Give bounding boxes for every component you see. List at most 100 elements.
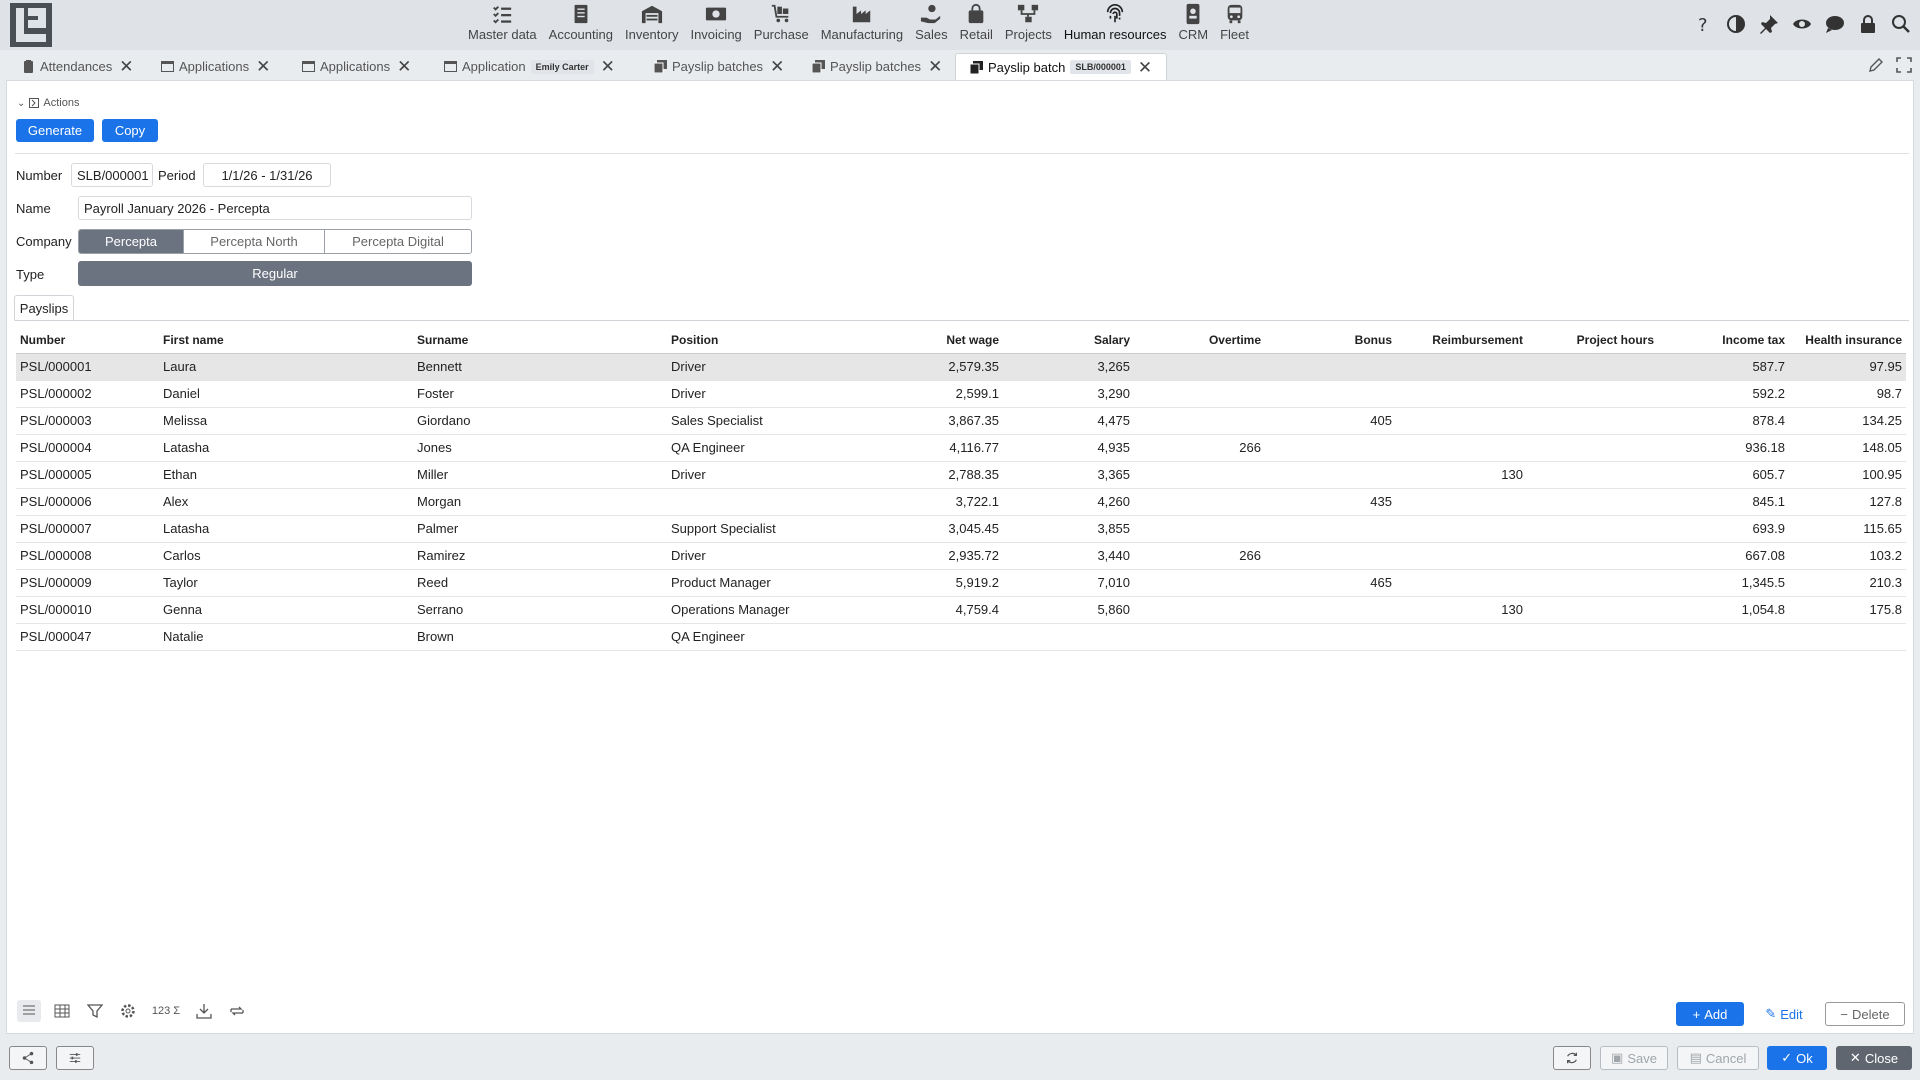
close-tab-icon[interactable]: ✕ [397,58,411,75]
share-button[interactable] [9,1046,47,1070]
column-header[interactable]: Net wage [846,327,1003,354]
table-row[interactable]: PSL/000007 Latasha Palmer Support Specialis… [16,515,1906,543]
tab-payslip-batch[interactable]: Payslip batch SLB/000001 ✕ [955,53,1168,80]
module-human-resources[interactable]: Human resources [1058,0,1173,50]
fullscreen-icon[interactable] [1896,57,1912,76]
panel-icon [29,98,40,108]
period-field[interactable]: 1/1/26 - 1/31/26 [203,163,331,187]
table-cell: Miller [413,461,667,489]
tab-payslip-batches-2[interactable]: Payslip batches ✕ [812,53,942,80]
module-retail[interactable]: Retail [954,0,999,50]
tab-applications-2[interactable]: Applications ✕ [302,53,411,80]
company-option-percepta-north[interactable]: Percepta North [184,230,325,253]
column-header[interactable]: Overtime [1134,327,1265,354]
tab-attendances[interactable]: Attendances ✕ [22,53,134,80]
column-header[interactable]: Surname [413,327,667,354]
tab-application[interactable]: Application Emily Carter ✕ [444,53,615,80]
add-button[interactable]: + Add [1676,1002,1744,1026]
tab-label: Payslip batches [830,59,922,74]
table-row[interactable]: PSL/000005 Ethan Miller Driver 2,788.35 3,365… [16,461,1906,489]
table-row[interactable]: PSL/000010 Genna Serrano Operations Manager… [16,596,1906,624]
table-cell: Driver [667,461,846,489]
refresh-button[interactable] [1553,1046,1591,1070]
table-row[interactable]: PSL/000006 Alex Morgan 3,722.1 4,260 435 845.1… [16,488,1906,516]
delete-button[interactable]: − Delete [1825,1002,1905,1026]
type-selector[interactable]: Regular [78,261,472,286]
close-tab-icon[interactable]: ✕ [928,58,942,75]
module-sales[interactable]: Sales [909,0,954,50]
module-inventory[interactable]: Inventory [619,0,684,50]
chat-icon[interactable] [1824,12,1846,36]
column-header[interactable]: Number [16,327,159,354]
module-label: Fleet [1220,27,1249,42]
column-header[interactable]: Reimbursement [1396,327,1527,354]
filter-icon[interactable] [83,1000,107,1022]
app-logo[interactable] [10,3,52,47]
column-header[interactable]: Salary [1003,327,1134,354]
column-header[interactable]: Position [667,327,846,354]
list-view-icon[interactable] [17,1000,41,1022]
close-tab-icon[interactable]: ✕ [256,58,270,75]
download-icon[interactable] [192,1000,216,1022]
tab-payslip-batches-1[interactable]: Payslip batches ✕ [654,53,784,80]
module-purchase[interactable]: Purchase [748,0,815,50]
module-projects[interactable]: Projects [999,0,1058,50]
company-option-percepta-digital[interactable]: Percepta Digital [325,230,471,253]
module-master-data[interactable]: Master data [462,0,543,50]
table-cell: 2,935.72 [846,542,1003,570]
close-tab-icon[interactable]: ✕ [601,58,615,75]
table-cell: 4,935 [1003,434,1134,462]
cancel-button[interactable]: ▤ Cancel [1677,1046,1759,1070]
tab-payslips[interactable]: Payslips [14,295,74,321]
help-icon[interactable]: ? [1692,12,1714,36]
table-cell [1658,623,1789,651]
close-tab-icon[interactable]: ✕ [1138,59,1152,76]
table-row[interactable]: PSL/000002 Daniel Foster Driver 2,599.1 3,290… [16,380,1906,408]
save-button[interactable]: ▣ Save [1600,1046,1668,1070]
edit-button[interactable]: ✎ Edit [1759,1002,1809,1026]
column-header[interactable]: First name [159,327,413,354]
copy-button[interactable]: Copy [102,119,158,142]
generate-button[interactable]: Generate [16,119,94,142]
table-row[interactable]: PSL/000047 Natalie Brown QA Engineer [16,623,1906,651]
refresh-cycle-icon[interactable] [225,1000,249,1022]
module-accounting[interactable]: Accounting [543,0,619,50]
module-invoicing[interactable]: Invoicing [684,0,747,50]
ok-button[interactable]: ✓ Ok [1767,1046,1827,1070]
sliders-button[interactable] [56,1046,94,1070]
module-fleet[interactable]: Fleet [1214,0,1255,50]
column-header[interactable]: Bonus [1265,327,1396,354]
module-crm[interactable]: CRM [1172,0,1214,50]
column-header[interactable]: Project hours [1527,327,1658,354]
table-cell: 2,599.1 [846,380,1003,408]
close-tab-icon[interactable]: ✕ [119,58,133,75]
module-manufacturing[interactable]: Manufacturing [815,0,909,50]
table-cell: 3,440 [1003,542,1134,570]
actions-toggle[interactable]: ⌄ Actions [17,97,79,109]
edit-pencil-icon[interactable] [1868,57,1884,76]
table-row[interactable]: PSL/000001 Laura Bennett Driver 2,579.35 3,26… [16,353,1906,381]
svg-text:?: ? [1698,15,1708,34]
close-tab-icon[interactable]: ✕ [770,58,784,75]
table-row[interactable]: PSL/000008 Carlos Ramirez Driver 2,935.72 3,4… [16,542,1906,570]
search-icon[interactable] [1890,12,1912,36]
name-field[interactable]: Payroll January 2026 - Percepta [78,196,472,220]
settings-gear-icon[interactable] [116,1000,140,1022]
contrast-icon[interactable] [1725,12,1747,36]
tab-applications-1[interactable]: Applications ✕ [161,53,270,80]
number-field[interactable]: SLB/000001 [71,163,153,187]
table-cell [1396,353,1527,381]
close-button[interactable]: ✕ Close [1836,1046,1912,1070]
table-row[interactable]: PSL/000003 Melissa Giordano Sales Specialis… [16,407,1906,435]
lock-icon[interactable] [1857,12,1879,36]
pin-icon[interactable] [1758,12,1780,36]
table-row[interactable]: PSL/000004 Latasha Jones QA Engineer 4,116.7… [16,434,1906,462]
company-option-percepta[interactable]: Percepta [79,230,184,253]
sum-totals-icon[interactable]: 123 Σ [149,1000,183,1022]
document-tabs: Attendances ✕ Applications ✕ Application… [0,53,1920,80]
column-header[interactable]: Health insurance [1789,327,1906,354]
column-header[interactable]: Income tax [1658,327,1789,354]
grid-view-icon[interactable] [50,1000,74,1022]
eye-icon[interactable] [1791,12,1813,36]
table-row[interactable]: PSL/000009 Taylor Reed Product Manager 5,919… [16,569,1906,597]
